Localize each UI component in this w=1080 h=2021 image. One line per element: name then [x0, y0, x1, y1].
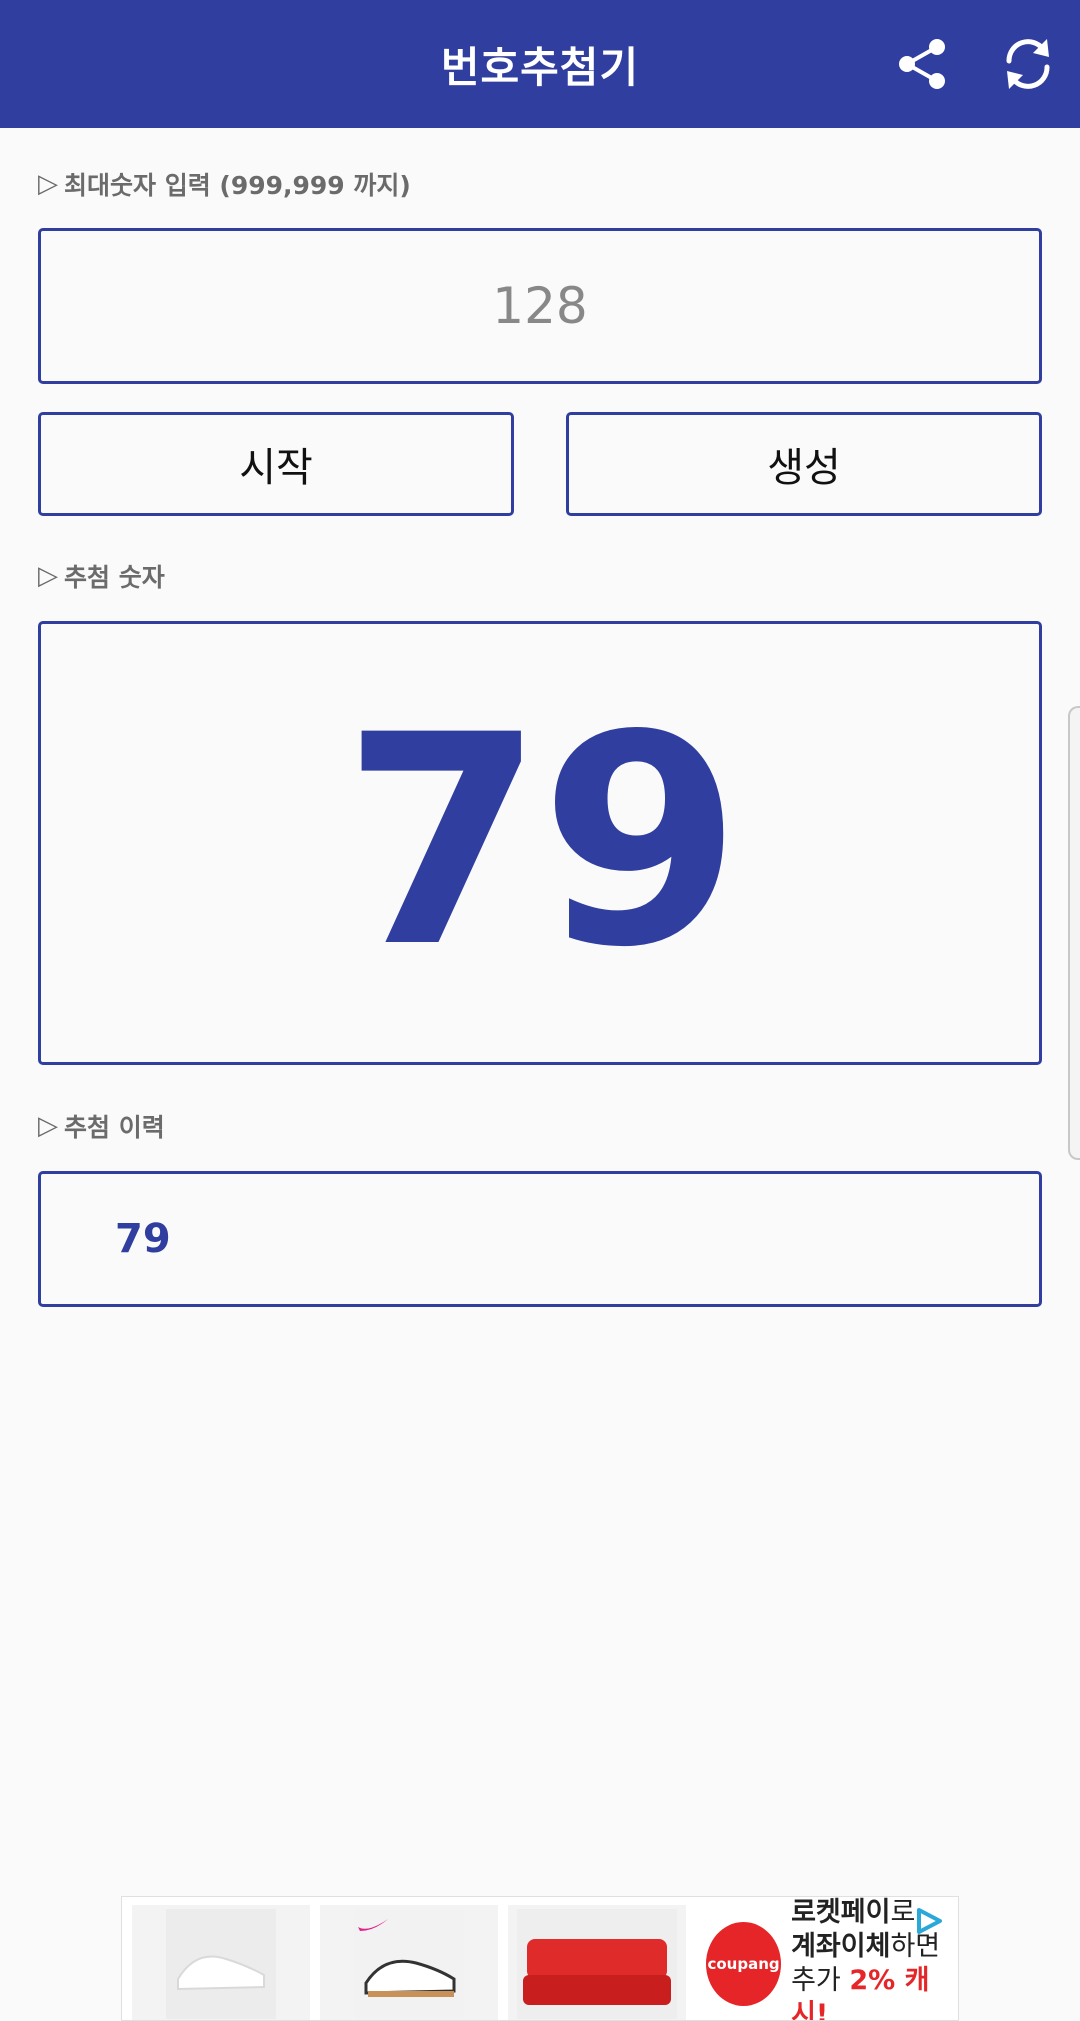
refresh-button[interactable] [994, 30, 1062, 98]
history-label: ▷ 추첨 이력 [38, 1111, 165, 1142]
edge-panel-handle[interactable] [1068, 706, 1080, 1160]
max-input-label: ▷ 최대숫자 입력 (999,999 까지) [38, 169, 411, 200]
ad-product-nike[interactable] [320, 1905, 498, 2020]
drawn-number: 79 [342, 674, 742, 1011]
ad-product-sofa[interactable] [508, 1905, 686, 2020]
result-display: 79 [38, 621, 1042, 1065]
max-number-input[interactable] [38, 228, 1042, 384]
ad-product-sneaker[interactable] [132, 1905, 310, 2020]
result-label: ▷ 추첨 숫자 [38, 561, 165, 592]
app-bar: 번호추첨기 [0, 0, 1080, 128]
nike-sneaker-image-icon [354, 1908, 464, 2019]
app-title: 번호추첨기 [440, 42, 640, 92]
ad-choices-icon[interactable] [910, 1905, 946, 1937]
triangle-icon: ▷ [38, 1111, 58, 1141]
triangle-icon: ▷ [38, 561, 58, 591]
share-icon [899, 39, 945, 89]
generate-button[interactable]: 생성 [566, 412, 1042, 516]
ad-banner[interactable]: coupang 로켓페이로 계좌이체하면 추가 2% 캐시! [121, 1896, 959, 2021]
start-button[interactable]: 시작 [38, 412, 514, 516]
coupang-logo: coupang [706, 1921, 782, 2006]
ad-coupang[interactable]: coupang 로켓페이로 계좌이체하면 추가 2% 캐시! [696, 1897, 948, 2020]
sneaker-image-icon [166, 1908, 276, 2019]
history-item: 79 [115, 1216, 171, 1262]
history-list: 79 [38, 1171, 1042, 1307]
triangle-icon: ▷ [38, 169, 58, 199]
share-button[interactable] [888, 30, 956, 98]
sofa-image-icon [517, 1908, 677, 2019]
refresh-icon [1006, 39, 1050, 89]
